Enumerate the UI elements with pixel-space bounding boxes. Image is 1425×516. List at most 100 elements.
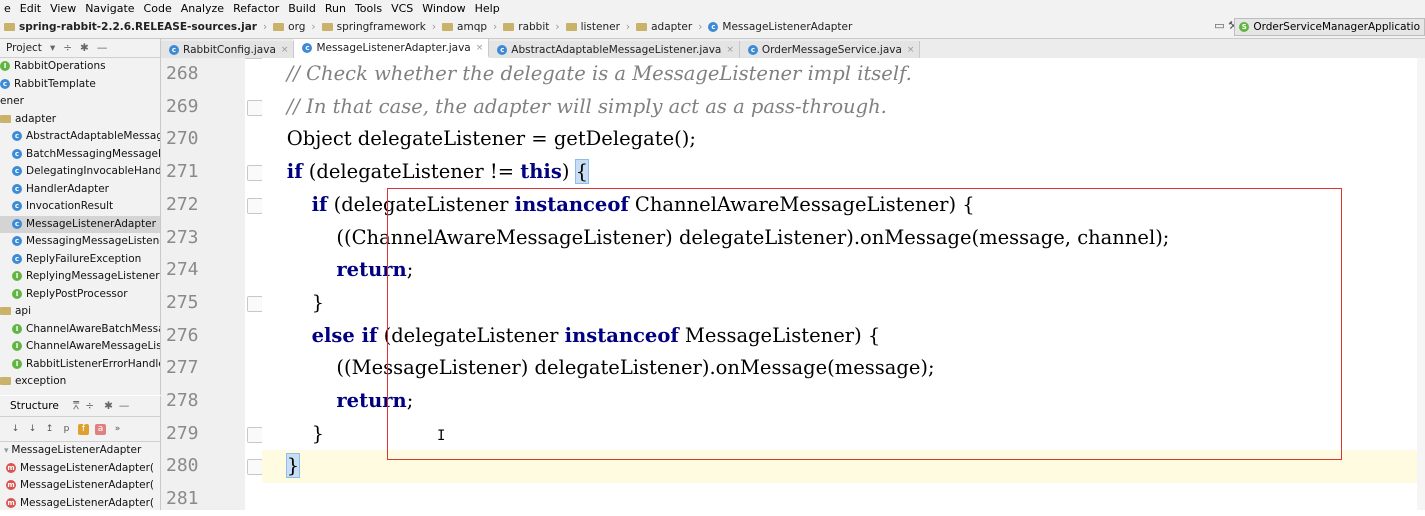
vertical-scrollbar[interactable] [1417, 58, 1425, 510]
code-token: if [286, 160, 303, 184]
folder-icon [565, 23, 577, 31]
editor-tab[interactable]: c RabbitConfig.java × [161, 41, 295, 58]
breadcrumb-item[interactable]: › c MessageListenerAdapter [692, 21, 852, 33]
close-icon[interactable]: × [726, 45, 734, 55]
minimize-icon[interactable]: — [119, 400, 130, 412]
fold-marker-icon[interactable] [247, 99, 263, 116]
class-icon: c [12, 218, 22, 229]
tree-item[interactable]: I ReplyingMessageListener [0, 268, 160, 286]
tree-item[interactable]: I RabbitListenerErrorHandler [0, 356, 160, 374]
menu-item-view[interactable]: View [46, 2, 81, 15]
gear-icon[interactable]: ✱ [104, 400, 113, 412]
tree-item[interactable]: c MessageListenerAdapter [0, 215, 160, 233]
structure-item[interactable]: m MessageListenerAdapter( [0, 460, 160, 478]
show-inherited-icon[interactable]: ↥ [44, 424, 55, 435]
tree-item[interactable]: adapter [0, 111, 160, 129]
fold-marker-icon[interactable] [247, 165, 263, 182]
code-token: return [336, 258, 407, 282]
breadcrumb-item[interactable]: › amqp [426, 21, 487, 33]
breadcrumb-item[interactable]: spring-rabbit-2.2.6.RELEASE-sources.jar [4, 21, 257, 33]
structure-root[interactable]: ▾ MessageListenerAdapter [0, 442, 160, 460]
tab-label: RabbitConfig.java [183, 43, 276, 56]
menu-item-navigate[interactable]: Navigate [81, 2, 139, 15]
tree-item[interactable]: c MessagingMessageListener [0, 233, 160, 251]
menu-item-window[interactable]: Window [418, 2, 470, 15]
run-configuration-selector[interactable]: S OrderServiceManagerApplicatio [1234, 18, 1425, 36]
tree-item[interactable]: c RabbitTemplate [0, 76, 160, 94]
breadcrumb-item[interactable]: › rabbit [487, 21, 549, 33]
fold-marker-icon[interactable] [247, 197, 263, 214]
breadcrumb-item[interactable]: › springframework [305, 21, 425, 33]
tree-item[interactable]: c HandlerAdapter [0, 181, 160, 199]
dropdown-icon[interactable]: ▾ [50, 42, 55, 54]
editor-tab[interactable]: c OrderMessageService.java × [739, 41, 921, 58]
menu-item-code[interactable]: Code [140, 2, 177, 15]
breadcrumb-separator-icon: › [311, 21, 316, 33]
collapse-all-icon[interactable]: ÷ [63, 42, 72, 54]
menu-item-run[interactable]: Run [321, 2, 351, 15]
editor-tab[interactable]: c AbstractAdaptableMessageListener.java × [489, 41, 740, 58]
sort-visibility-icon[interactable]: ↓ [10, 424, 21, 435]
line-number: 270 [166, 128, 199, 150]
collapse-all-icon[interactable]: ÷ [85, 400, 94, 412]
sort-alpha-icon[interactable]: ↓ [27, 424, 38, 435]
tree-item[interactable]: I ReplyPostProcessor [0, 286, 160, 304]
show-non-public-icon[interactable]: a [95, 423, 106, 435]
menu-item-analyze[interactable]: Analyze [177, 2, 229, 15]
menu-item-e[interactable]: e [0, 2, 16, 15]
breadcrumb-item[interactable]: › listener [549, 21, 620, 33]
tree-item[interactable]: api [0, 303, 160, 321]
minimize-icon[interactable]: — [97, 42, 108, 54]
menu-bar: e Edit View Navigate Code Analyze Refactor Buil… [0, 0, 1425, 16]
code-token: } [285, 453, 301, 479]
tree-item[interactable]: I RabbitOperations [0, 58, 160, 76]
structure-item[interactable]: m MessageListenerAdapter( [0, 477, 160, 495]
more-icon[interactable]: » [112, 424, 123, 435]
tree-item[interactable]: ener [0, 93, 160, 111]
structure-toolbar: ↓ ↓ ↥ p f a » [0, 417, 160, 442]
menu-item-help[interactable]: Help [471, 2, 505, 15]
fold-marker-icon[interactable] [247, 459, 263, 476]
interface-icon: I [12, 288, 22, 299]
tree-item[interactable]: c BatchMessagingMessageLis [0, 146, 160, 164]
structure-item[interactable]: m MessageListenerAdapter( [0, 495, 160, 511]
code-token: { [574, 159, 590, 185]
gear-icon[interactable]: ✱ [80, 42, 89, 54]
fold-marker-icon[interactable] [247, 426, 263, 443]
breadcrumb-item[interactable]: › adapter [620, 21, 692, 33]
structure-panel-title: Structure [10, 400, 59, 412]
menu-item-edit[interactable]: Edit [16, 2, 46, 15]
menu-item-refactor[interactable]: Refactor [229, 2, 284, 15]
expand-all-icon[interactable]: ⩞ [73, 400, 79, 413]
structure-panel-header[interactable]: Structure ⩞ ÷ ✱ — [0, 396, 160, 417]
breadcrumb-label: org [288, 21, 306, 33]
show-fields-icon[interactable]: f [78, 423, 89, 435]
tree-item[interactable]: c ReplyFailureException [0, 251, 160, 269]
tree-item[interactable]: I ChannelAwareBatchMessag [0, 321, 160, 339]
tree-item[interactable]: c InvocationResult [0, 198, 160, 216]
show-properties-icon[interactable]: p [61, 424, 72, 435]
breadcrumb-label: MessageListenerAdapter [722, 21, 853, 33]
menu-item-vcs[interactable]: VCS [387, 2, 418, 15]
tree-item[interactable]: c AbstractAdaptableMessage [0, 128, 160, 146]
line-number: 277 [166, 357, 199, 379]
tree-item[interactable]: I ChannelAwareMessageListe [0, 338, 160, 356]
breadcrumb-item[interactable]: › org [257, 21, 305, 33]
editor-tab[interactable]: c MessageListenerAdapter.java × [294, 39, 490, 58]
close-icon[interactable]: × [476, 43, 484, 53]
close-icon[interactable]: × [907, 45, 915, 55]
code-line: if (delegateListener != this) { [262, 156, 1425, 189]
line-number: 272 [166, 193, 199, 215]
tree-item[interactable]: c DelegatingInvocableHandle [0, 163, 160, 181]
close-icon[interactable]: × [281, 45, 289, 55]
structure-root-label: MessageListenerAdapter [11, 444, 142, 456]
project-panel-header[interactable]: Project ▾ ÷ ✱ — [0, 39, 160, 58]
code-token: return [336, 389, 407, 412]
code-token: else if [311, 323, 378, 347]
menu-item-tools[interactable]: Tools [351, 2, 387, 15]
menu-item-build[interactable]: Build [284, 2, 321, 15]
tree-item[interactable]: exception [0, 373, 160, 391]
folder-icon [636, 23, 648, 31]
fold-marker-icon[interactable] [247, 295, 263, 312]
